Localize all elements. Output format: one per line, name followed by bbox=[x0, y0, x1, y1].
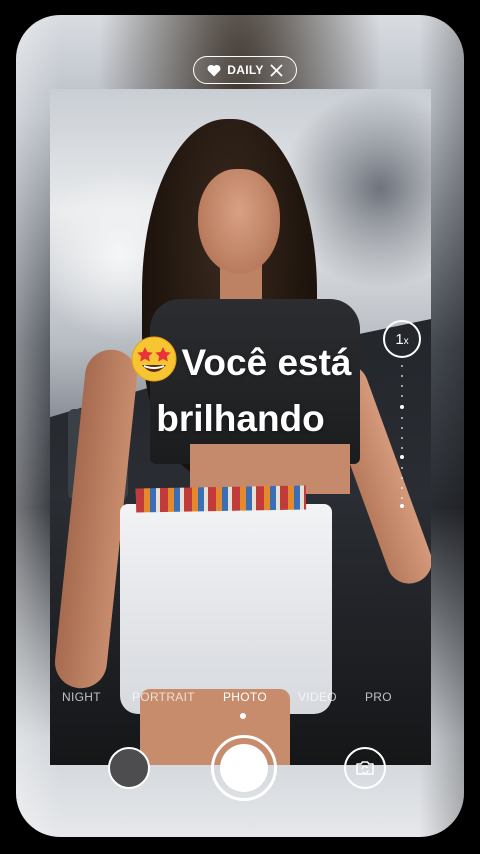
zoom-marker bbox=[400, 455, 404, 459]
headline: Você está brilhando bbox=[50, 334, 431, 447]
active-mode-indicator bbox=[240, 713, 246, 719]
mode-selector: NIGHT PORTRAIT PHOTO VIDEO PRO bbox=[50, 690, 431, 710]
zoom-marker bbox=[400, 405, 404, 409]
zoom-value: 1 bbox=[395, 330, 404, 348]
mode-video[interactable]: VIDEO bbox=[298, 690, 337, 704]
shutter-inner bbox=[220, 744, 268, 792]
mode-photo[interactable]: PHOTO bbox=[223, 690, 267, 704]
star-struck-emoji bbox=[131, 336, 177, 382]
zoom-slider[interactable] bbox=[398, 365, 406, 515]
mode-pro[interactable]: PRO bbox=[365, 690, 392, 704]
headline-text-2: brilhando bbox=[156, 398, 325, 439]
zoom-button[interactable]: 1x bbox=[383, 320, 421, 358]
zoom-suffix: x bbox=[403, 335, 409, 347]
headline-text-1: Você está bbox=[181, 342, 352, 383]
headline-line-1: Você está bbox=[50, 334, 431, 391]
camera-flip-icon bbox=[356, 761, 374, 775]
close-icon[interactable] bbox=[270, 64, 283, 77]
mode-portrait[interactable]: PORTRAIT bbox=[132, 690, 195, 704]
person-belt bbox=[135, 485, 307, 513]
daily-pill[interactable]: DAILY bbox=[193, 56, 297, 84]
zoom-marker bbox=[400, 504, 404, 508]
person-face bbox=[198, 169, 280, 274]
daily-label: DAILY bbox=[227, 63, 264, 77]
gallery-thumbnail[interactable] bbox=[108, 747, 150, 789]
person-skirt bbox=[120, 504, 332, 714]
mode-night[interactable]: NIGHT bbox=[62, 690, 101, 704]
camera-flip-button[interactable] bbox=[344, 747, 386, 789]
shutter-button[interactable] bbox=[211, 735, 277, 801]
heart-icon bbox=[207, 64, 221, 76]
